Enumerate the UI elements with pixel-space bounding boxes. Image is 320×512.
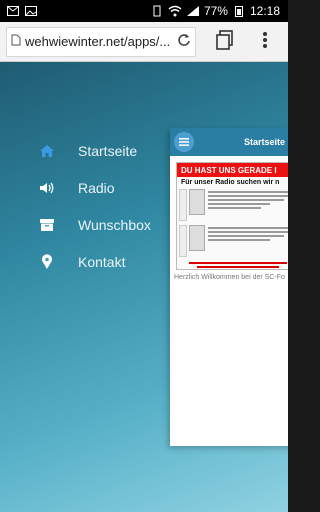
banner-subtitle: Für unser Radio suchen wir n <box>181 179 280 186</box>
microphone-image <box>189 189 205 215</box>
banner-title: DU HAST UNS GERADE I <box>177 163 288 177</box>
banner-footer <box>177 260 288 269</box>
battery-icon <box>232 5 246 17</box>
url-field[interactable]: wehwiewinter.net/apps/... <box>6 26 196 57</box>
home-icon <box>38 142 56 160</box>
status-bar: 77% 12:18 <box>0 0 288 22</box>
menu-item-radio[interactable]: Radio <box>38 169 151 206</box>
vibrate-icon <box>150 5 164 17</box>
content-preview-panel[interactable]: Startseite DU HAST UNS GERADE I Für unse… <box>170 128 288 446</box>
panel-title: Startseite <box>244 137 286 147</box>
side-menu: Startseite Radio Wunschbox Kontakt <box>38 132 151 280</box>
speaker-icon <box>38 179 56 197</box>
panel-header: Startseite <box>170 128 288 156</box>
menu-item-label: Startseite <box>78 142 138 159</box>
image-icon <box>24 5 38 17</box>
menu-item-label: Wunschbox <box>78 216 151 233</box>
banner-section-moderator <box>177 188 288 224</box>
box-icon <box>38 216 56 234</box>
side-label <box>179 225 187 257</box>
browser-toolbar: wehwiewinter.net/apps/... <box>0 22 288 62</box>
signal-icon <box>186 5 200 17</box>
wifi-icon <box>168 5 182 17</box>
menu-item-kontakt[interactable]: Kontakt <box>38 243 151 280</box>
menu-item-label: Radio <box>78 179 115 196</box>
banner-section-redakteur <box>177 224 288 260</box>
refresh-icon[interactable] <box>177 33 191 50</box>
document-image <box>189 225 205 251</box>
side-label <box>179 189 187 221</box>
menu-item-startseite[interactable]: Startseite <box>38 132 151 169</box>
url-text: wehwiewinter.net/apps/... <box>25 34 171 49</box>
battery-percent: 77% <box>203 4 228 18</box>
location-pin-icon <box>38 253 56 271</box>
clock: 12:18 <box>249 4 280 18</box>
mail-icon <box>6 5 20 17</box>
text-lines <box>208 225 288 243</box>
page-icon <box>11 34 21 49</box>
menu-item-label: Kontakt <box>78 253 126 270</box>
web-page: Startseite Radio Wunschbox Kontakt Start… <box>0 62 288 512</box>
hamburger-menu-icon[interactable] <box>174 132 194 152</box>
tabs-icon[interactable] <box>216 29 234 54</box>
welcome-text: Herzlich Willkommen bei der SC-Fo <box>174 274 285 281</box>
promo-banner[interactable]: DU HAST UNS GERADE I Für unser Radio suc… <box>176 162 288 270</box>
overflow-menu-icon[interactable] <box>262 31 268 53</box>
text-lines <box>208 189 288 211</box>
menu-item-wunschbox[interactable]: Wunschbox <box>38 206 151 243</box>
